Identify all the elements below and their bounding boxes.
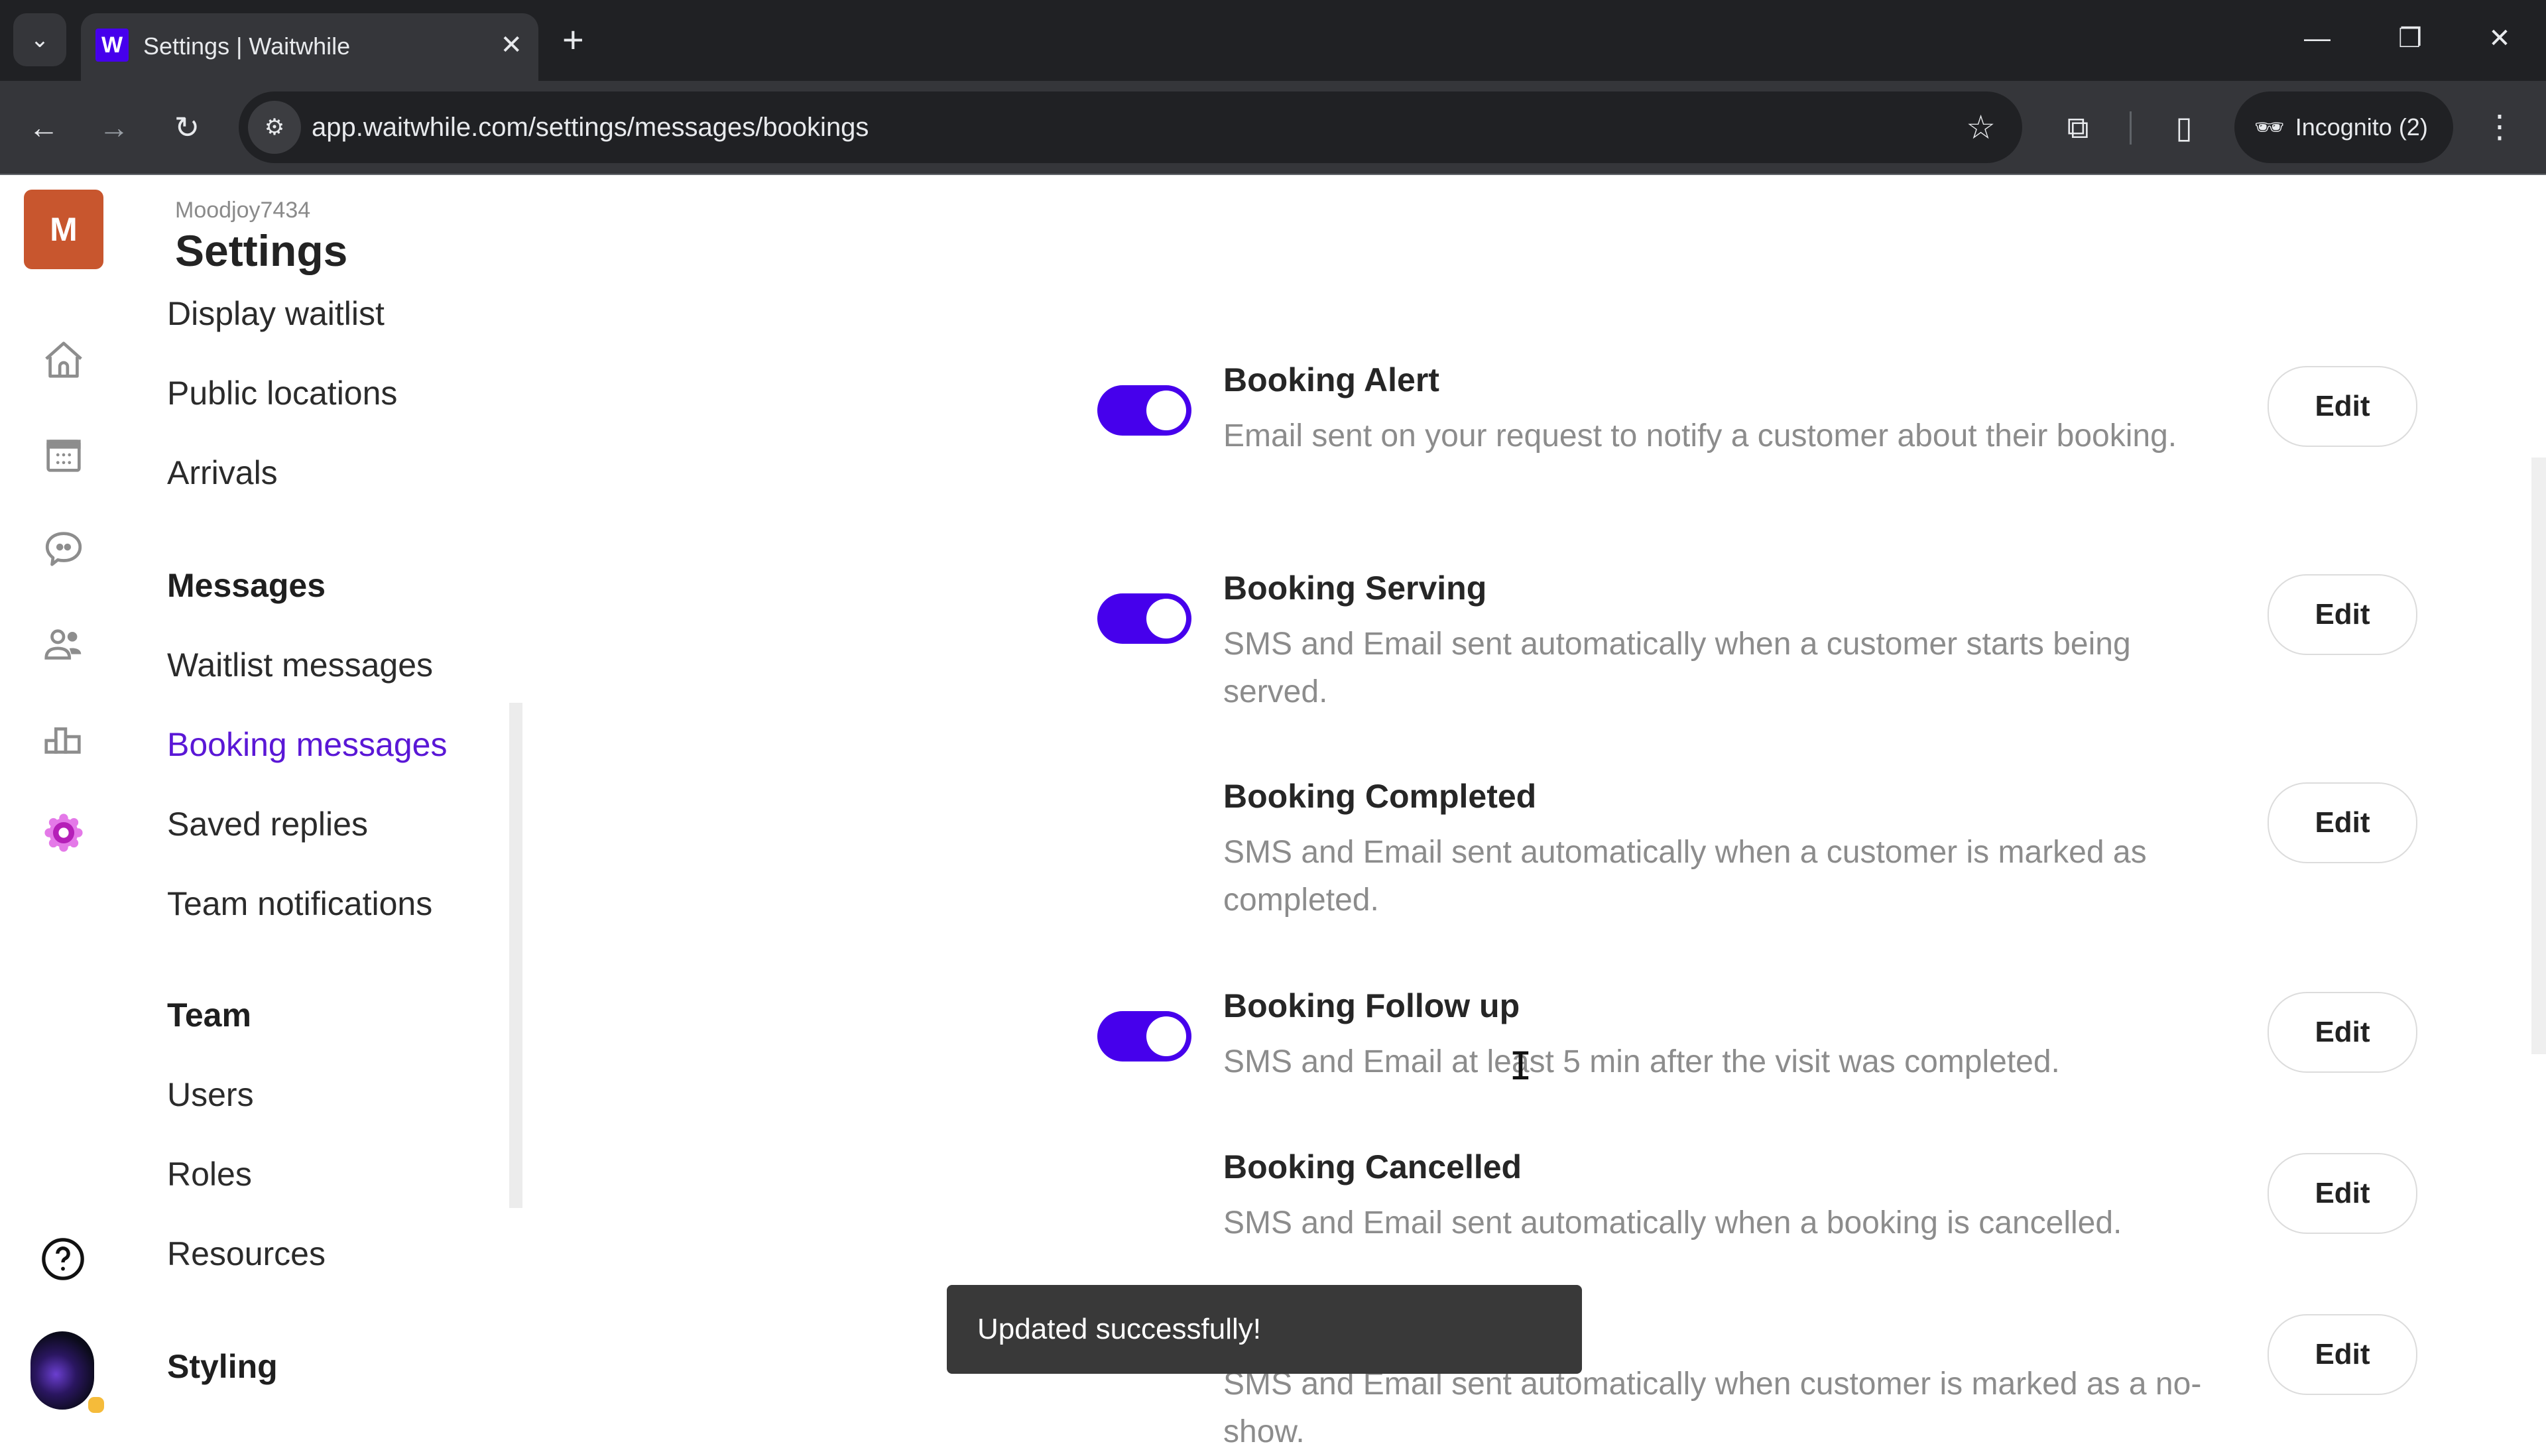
browser-tab-active[interactable]: W Settings | Waitwhile ✕	[81, 13, 538, 81]
url-text[interactable]: app.waitwhile.com/settings/messages/book…	[312, 91, 869, 163]
booking-follow-up-toggle[interactable]	[1097, 1011, 1191, 1062]
edit-button[interactable]: Edit	[2268, 992, 2417, 1073]
chevron-down-icon: ⌄	[30, 27, 50, 52]
sidebar-item-users[interactable]: Users	[167, 1075, 254, 1114]
settings-icon[interactable]	[37, 806, 90, 859]
app-icon-rail: M	[0, 175, 126, 1432]
address-bar[interactable]: ⚙ app.waitwhile.com/settings/messages/bo…	[239, 91, 2022, 163]
sidebar-item-saved-replies[interactable]: Saved replies	[167, 805, 368, 843]
message-description: SMS and Email at least 5 min after the v…	[1223, 1044, 2060, 1079]
sidebar-section-messages: Messages	[167, 567, 326, 604]
org-badge[interactable]: M	[24, 190, 103, 269]
sidebar-item-roles[interactable]: Roles	[167, 1155, 252, 1193]
sidebar-item-display-waitlist[interactable]: Display waitlist	[167, 294, 385, 333]
text-cursor-icon: I	[1509, 1044, 1532, 1089]
message-title: Booking Alert	[1223, 361, 1439, 398]
toggle-knob	[1146, 1016, 1186, 1056]
edit-button[interactable]: Edit	[2268, 366, 2417, 447]
window-close-button[interactable]: ✕	[2473, 19, 2526, 58]
sidebar-item-arrivals[interactable]: Arrivals	[167, 454, 278, 492]
toggle-knob	[1146, 599, 1186, 638]
tab-close-icon[interactable]: ✕	[500, 27, 522, 64]
message-description: SMS and Email sent automatically when a …	[1223, 1205, 2122, 1241]
sidebar-section-team: Team	[167, 997, 251, 1034]
incognito-icon: 🕶	[2254, 113, 2285, 141]
edit-button[interactable]: Edit	[2268, 1314, 2417, 1395]
sidebar-scrollbar[interactable]	[509, 703, 522, 1208]
edit-button[interactable]: Edit	[2268, 1153, 2417, 1234]
message-title: Booking Serving	[1223, 570, 1487, 607]
sidebar-item-waitlist-messages[interactable]: Waitlist messages	[167, 646, 433, 684]
back-icon[interactable]: ←	[24, 107, 64, 147]
sidebar-item-resources[interactable]: Resources	[167, 1235, 326, 1273]
browser-menu-icon[interactable]: ⋮	[2480, 107, 2519, 147]
chat-icon[interactable]	[37, 522, 90, 576]
booking-completed-toggle[interactable]	[1097, 802, 1191, 852]
side-panel-icon[interactable]: ▯	[2164, 107, 2204, 147]
extensions-icon[interactable]: ⧉	[2058, 107, 2098, 147]
user-avatar[interactable]	[30, 1331, 94, 1410]
new-tab-button[interactable]: +	[562, 20, 584, 60]
message-description: SMS and Email sent automatically when a …	[1223, 835, 2147, 918]
edit-button[interactable]: Edit	[2268, 574, 2417, 655]
toggle-knob	[1146, 391, 1186, 430]
incognito-label: Incognito (2)	[2295, 113, 2428, 141]
customers-icon[interactable]	[37, 618, 90, 671]
booking-cancelled-toggle[interactable]	[1097, 1172, 1191, 1223]
analytics-icon[interactable]	[37, 712, 90, 765]
booking-serving-toggle[interactable]	[1097, 593, 1191, 644]
help-icon[interactable]	[40, 1236, 86, 1282]
restore-button[interactable]: ❐	[2384, 19, 2437, 58]
message-description: SMS and Email sent automatically when a …	[1223, 627, 2131, 709]
tab-title: Settings | Waitwhile	[143, 32, 351, 60]
sidebar-item-public-locations[interactable]: Public locations	[167, 374, 397, 412]
sidebar-section-styling: Styling	[167, 1348, 278, 1385]
message-description: Email sent on your request to notify a c…	[1223, 418, 2177, 454]
message-title: Booking Cancelled	[1223, 1148, 1522, 1185]
page-title: Settings	[175, 226, 348, 275]
calendar-icon[interactable]	[37, 428, 90, 481]
reload-icon[interactable]: ↻	[167, 107, 207, 147]
edit-button[interactable]: Edit	[2268, 782, 2417, 863]
sidebar-item-team-notifications[interactable]: Team notifications	[167, 884, 432, 923]
sidebar-item-booking-messages[interactable]: Booking messages	[167, 725, 447, 764]
home-icon[interactable]	[37, 334, 90, 387]
booking-alert-toggle[interactable]	[1097, 385, 1191, 436]
browser-toolbar: ← → ↻ ⚙ app.waitwhile.com/settings/messa…	[0, 81, 2546, 175]
tab-search-button[interactable]: ⌄	[13, 13, 66, 66]
browser-tabstrip: ⌄ W Settings | Waitwhile ✕ + — ❐ ✕	[0, 0, 2546, 81]
success-toast: Updated successfully!	[947, 1285, 1582, 1374]
toolbar-divider	[2130, 111, 2132, 145]
forward-icon[interactable]: →	[94, 107, 134, 147]
site-info-icon[interactable]: ⚙	[248, 101, 301, 154]
main-scrollbar[interactable]	[2531, 457, 2546, 1054]
org-name: Moodjoy7434	[175, 198, 311, 223]
message-title: Booking Follow up	[1223, 987, 1520, 1024]
message-title: Booking Completed	[1223, 778, 1537, 815]
waitwhile-favicon-icon: W	[95, 29, 129, 62]
incognito-indicator[interactable]: 🕶 Incognito (2)	[2234, 91, 2453, 163]
bookmark-star-icon[interactable]: ☆	[1966, 91, 1996, 163]
minimize-button[interactable]: —	[2291, 19, 2344, 58]
status-dot	[86, 1395, 106, 1415]
message-description: SMS and Email sent automatically when cu…	[1223, 1366, 2202, 1449]
